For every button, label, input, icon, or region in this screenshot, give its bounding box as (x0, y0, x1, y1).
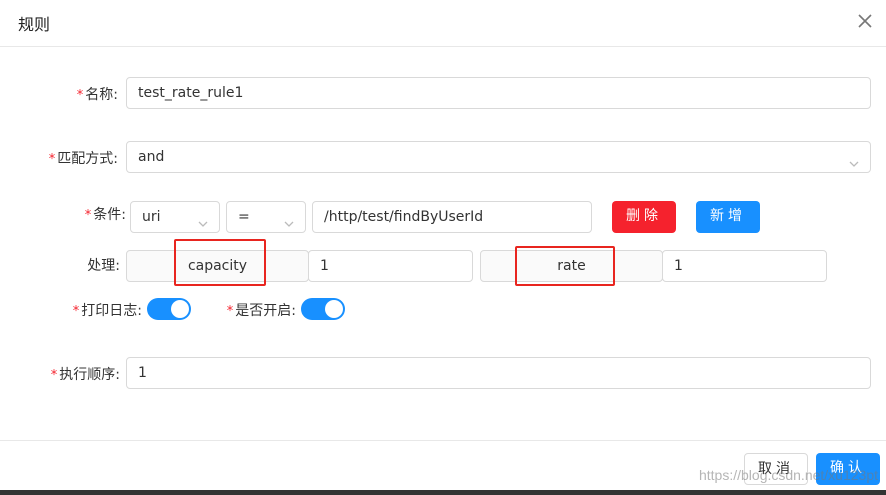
dialog-title: 规则 (18, 15, 51, 34)
handle-label: 处理: (60, 255, 120, 275)
sort-input-value: 1 (138, 365, 147, 381)
sort-label-text: 执行顺序: (59, 367, 120, 383)
watermark: https://blog.csdn.net/xu123pt (698, 467, 878, 483)
log-label: * 打印日志: (52, 300, 142, 320)
condition-operator-select[interactable]: = (226, 201, 306, 233)
chevron-down-icon (197, 211, 209, 227)
handle-label-text: 处理: (87, 258, 120, 274)
match-select[interactable]: and (126, 141, 871, 173)
name-label: * 名称: (40, 84, 118, 104)
switch-knob (171, 300, 189, 318)
highlight-box-rate (515, 246, 615, 286)
condition-label: * 条件: (50, 204, 126, 224)
enabled-label-text: 是否开启: (235, 303, 296, 319)
match-select-value: and (138, 149, 165, 165)
switch-knob (325, 300, 343, 318)
condition-value-text: /http/test/findByUserId (324, 209, 484, 225)
log-label-text: 打印日志: (81, 303, 142, 319)
required-mark: * (226, 304, 234, 319)
bottom-border (0, 490, 886, 495)
condition-field-select[interactable]: uri (130, 201, 220, 233)
rule-dialog: 规则 * 名称: test_rate_rule1 * 匹配方式: and * 条件: … (0, 0, 886, 495)
enabled-switch[interactable] (301, 298, 345, 320)
close-icon[interactable] (856, 12, 874, 30)
dialog-header: 规则 (0, 0, 886, 47)
log-switch[interactable] (147, 298, 191, 320)
handle-value-text: 1 (320, 258, 329, 274)
required-mark: * (76, 88, 84, 103)
chevron-down-icon (283, 211, 295, 227)
required-mark: * (50, 368, 58, 383)
highlight-box-capacity (174, 239, 266, 286)
handle-value-rate-input[interactable]: 1 (662, 250, 827, 282)
condition-field-value: uri (142, 209, 161, 225)
enabled-label: * 是否开启: (208, 300, 296, 320)
sort-label: * 执行顺序: (30, 364, 120, 384)
sort-input[interactable]: 1 (126, 357, 871, 389)
name-input-value: test_rate_rule1 (138, 85, 244, 101)
condition-operator-value: = (238, 209, 250, 225)
add-button[interactable]: 新增 (696, 201, 760, 233)
chevron-down-icon (848, 151, 860, 167)
condition-label-text: 条件: (93, 207, 126, 223)
name-input[interactable]: test_rate_rule1 (126, 77, 871, 109)
match-label: * 匹配方式: (20, 148, 118, 168)
required-mark: * (48, 152, 56, 167)
required-mark: * (72, 304, 80, 319)
condition-value-input[interactable]: /http/test/findByUserId (312, 201, 592, 233)
handle-value-capacity-input[interactable]: 1 (308, 250, 473, 282)
required-mark: * (84, 208, 92, 223)
dialog-footer: 取消 确认 https://blog.csdn.net/xu123pt (0, 440, 886, 495)
delete-button[interactable]: 删除 (612, 201, 676, 233)
name-label-text: 名称: (85, 87, 118, 103)
match-label-text: 匹配方式: (57, 151, 118, 167)
handle-value-text: 1 (674, 258, 683, 274)
